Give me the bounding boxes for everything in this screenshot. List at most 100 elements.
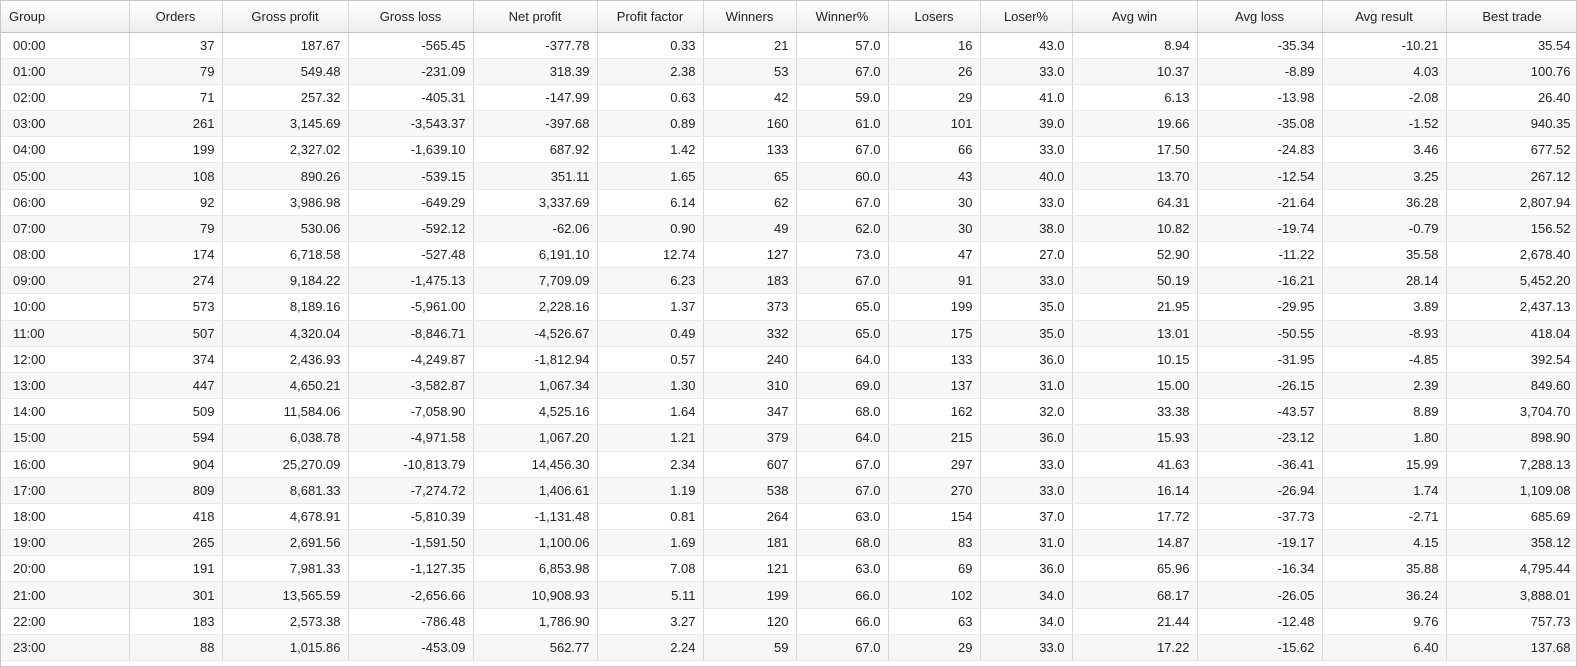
cell-group: 10:00 <box>1 293 130 321</box>
cell-losers: 154 <box>888 503 981 531</box>
cell-avg-loss: -15.62 <box>1197 634 1323 662</box>
cell-best-trade: 358.12 <box>1446 529 1576 557</box>
cell-avg-result: 6.40 <box>1322 634 1447 662</box>
cell-winner-pct: 67.0 <box>796 189 889 216</box>
cell-gross-profit: 4,650.21 <box>222 372 349 400</box>
table-row[interactable]: 20:00 191 7,981.33 -1,127.35 6,853.98 7.08 121… <box>1 555 1576 583</box>
column-header-avg-win[interactable]: Avg win <box>1072 1 1198 33</box>
table-row[interactable]: 08:00 174 6,718.58 -527.48 6,191.10 12.74 127 7… <box>1 241 1576 269</box>
table-row[interactable]: 12:00 374 2,436.93 -4,249.87 -1,812.94 0.57 24… <box>1 346 1576 373</box>
table-row[interactable]: 14:00 509 11,584.06 -7,058.90 4,525.16 1.64 34… <box>1 398 1576 426</box>
table-row[interactable]: 05:00 108 890.26 -539.15 351.11 1.65 65 60.0 43 4… <box>1 162 1576 190</box>
cell-best-trade: 35.54 <box>1446 32 1576 59</box>
cell-profit-factor: 0.81 <box>597 503 704 531</box>
table-row[interactable]: 02:00 71 257.32 -405.31 -147.99 0.63 42 59.0 29 4… <box>1 84 1576 112</box>
cell-losers: 162 <box>888 398 981 426</box>
column-header-gross-profit[interactable]: Gross profit <box>222 1 349 33</box>
cell-gross-loss: -3,543.37 <box>348 110 474 138</box>
cell-net-profit: -1,812.94 <box>473 346 598 373</box>
cell-winners: 59 <box>703 634 797 662</box>
table-row[interactable]: 09:00 274 9,184.22 -1,475.13 7,709.09 6.23 183… <box>1 267 1576 295</box>
table-row[interactable]: 18:00 418 4,678.91 -5,810.39 -1,131.48 0.81 26… <box>1 503 1576 531</box>
table-row[interactable]: 11:00 507 4,320.04 -8,846.71 -4,526.67 0.49 33… <box>1 320 1576 347</box>
table-row[interactable]: 03:00 261 3,145.69 -3,543.37 -397.68 0.89 160 6… <box>1 110 1576 138</box>
cell-avg-loss: -13.98 <box>1197 84 1323 112</box>
cell-group: 14:00 <box>1 398 130 426</box>
cell-loser-pct: 43.0 <box>980 32 1073 59</box>
cell-losers: 91 <box>888 267 981 295</box>
column-header-avg-result[interactable]: Avg result <box>1322 1 1447 33</box>
cell-avg-win: 15.00 <box>1072 372 1198 400</box>
column-header-group[interactable]: Group <box>1 1 130 33</box>
column-header-best-trade[interactable]: Best trade <box>1446 1 1576 33</box>
cell-winner-pct: 57.0 <box>796 32 889 59</box>
cell-avg-loss: -16.21 <box>1197 267 1323 295</box>
cell-avg-result: -2.71 <box>1322 503 1447 531</box>
cell-best-trade: 100.76 <box>1446 58 1576 85</box>
cell-gross-profit: 2,573.38 <box>222 608 349 635</box>
cell-winner-pct: 67.0 <box>796 634 889 662</box>
table-row[interactable]: 21:00 301 13,565.59 -2,656.66 10,908.93 5.11 1… <box>1 581 1576 609</box>
table-row[interactable]: 22:00 183 2,573.38 -786.48 1,786.90 3.27 120 66… <box>1 608 1576 635</box>
cell-gross-profit: 187.67 <box>222 32 349 59</box>
cell-group: 09:00 <box>1 267 130 295</box>
cell-winners: 538 <box>703 477 797 504</box>
cell-winners: 133 <box>703 136 797 164</box>
cell-avg-result: 28.14 <box>1322 267 1447 295</box>
cell-avg-result: 36.28 <box>1322 189 1447 216</box>
column-header-winners[interactable]: Winners <box>703 1 797 33</box>
cell-orders: 418 <box>129 503 223 531</box>
cell-loser-pct: 31.0 <box>980 372 1073 400</box>
cell-winner-pct: 66.0 <box>796 581 889 609</box>
table-row[interactable]: 00:00 37 187.67 -565.45 -377.78 0.33 21 57.0 16 4… <box>1 32 1576 59</box>
table-row[interactable]: 10:00 573 8,189.16 -5,961.00 2,228.16 1.37 373… <box>1 293 1576 321</box>
cell-losers: 26 <box>888 58 981 85</box>
cell-losers: 16 <box>888 32 981 59</box>
cell-gross-profit: 4,320.04 <box>222 320 349 347</box>
table-row[interactable]: 13:00 447 4,650.21 -3,582.87 1,067.34 1.30 310… <box>1 372 1576 400</box>
cell-group: 16:00 <box>1 451 130 478</box>
cell-winner-pct: 67.0 <box>796 451 889 478</box>
cell-best-trade: 5,452.20 <box>1446 267 1576 295</box>
cell-gross-loss: -7,274.72 <box>348 477 474 504</box>
cell-gross-profit: 2,327.02 <box>222 136 349 164</box>
column-header-losers[interactable]: Losers <box>888 1 981 33</box>
column-header-profit-factor[interactable]: Profit factor <box>597 1 704 33</box>
cell-group: 05:00 <box>1 162 130 190</box>
table-row[interactable]: 16:00 904 25,270.09 -10,813.79 14,456.30 2.34… <box>1 451 1576 478</box>
cell-avg-loss: -19.74 <box>1197 215 1323 243</box>
cell-loser-pct: 33.0 <box>980 267 1073 295</box>
column-header-loser-pct[interactable]: Loser% <box>980 1 1073 33</box>
cell-losers: 175 <box>888 320 981 347</box>
cell-winners: 121 <box>703 555 797 583</box>
cell-avg-result: 4.15 <box>1322 529 1447 557</box>
table-row[interactable]: 06:00 92 3,986.98 -649.29 3,337.69 6.14 62 67.0… <box>1 189 1576 216</box>
table-row[interactable]: 17:00 809 8,681.33 -7,274.72 1,406.61 1.19 538… <box>1 477 1576 504</box>
cell-winner-pct: 64.0 <box>796 346 889 373</box>
cell-winners: 49 <box>703 215 797 243</box>
cell-losers: 69 <box>888 555 981 583</box>
cell-avg-win: 8.94 <box>1072 32 1198 59</box>
column-header-avg-loss[interactable]: Avg loss <box>1197 1 1323 33</box>
cell-best-trade: 1,109.08 <box>1446 477 1576 504</box>
cell-loser-pct: 32.0 <box>980 398 1073 426</box>
column-header-net-profit[interactable]: Net profit <box>473 1 598 33</box>
column-header-winner-pct[interactable]: Winner% <box>796 1 889 33</box>
table-row[interactable]: 07:00 79 530.06 -592.12 -62.06 0.90 49 62.0 30 38… <box>1 215 1576 243</box>
table-row[interactable]: 19:00 265 2,691.56 -1,591.50 1,100.06 1.69 181… <box>1 529 1576 557</box>
table-row[interactable]: 15:00 594 6,038.78 -4,971.58 1,067.20 1.21 379… <box>1 424 1576 452</box>
table-row[interactable]: 04:00 199 2,327.02 -1,639.10 687.92 1.42 133 67… <box>1 136 1576 164</box>
cell-group: 02:00 <box>1 84 130 112</box>
cell-avg-result: 4.03 <box>1322 58 1447 85</box>
cell-gross-loss: -1,591.50 <box>348 529 474 557</box>
column-header-gross-loss[interactable]: Gross loss <box>348 1 474 33</box>
cell-winner-pct: 66.0 <box>796 608 889 635</box>
table-row[interactable]: 01:00 79 549.48 -231.09 318.39 2.38 53 67.0 26 33… <box>1 58 1576 85</box>
table-row[interactable]: 23:00 88 1,015.86 -453.09 562.77 2.24 59 67.0 29… <box>1 634 1576 662</box>
cell-profit-factor: 0.49 <box>597 320 704 347</box>
cell-orders: 573 <box>129 293 223 321</box>
cell-net-profit: -62.06 <box>473 215 598 243</box>
cell-avg-result: -1.52 <box>1322 110 1447 138</box>
cell-loser-pct: 41.0 <box>980 84 1073 112</box>
column-header-orders[interactable]: Orders <box>129 1 223 33</box>
